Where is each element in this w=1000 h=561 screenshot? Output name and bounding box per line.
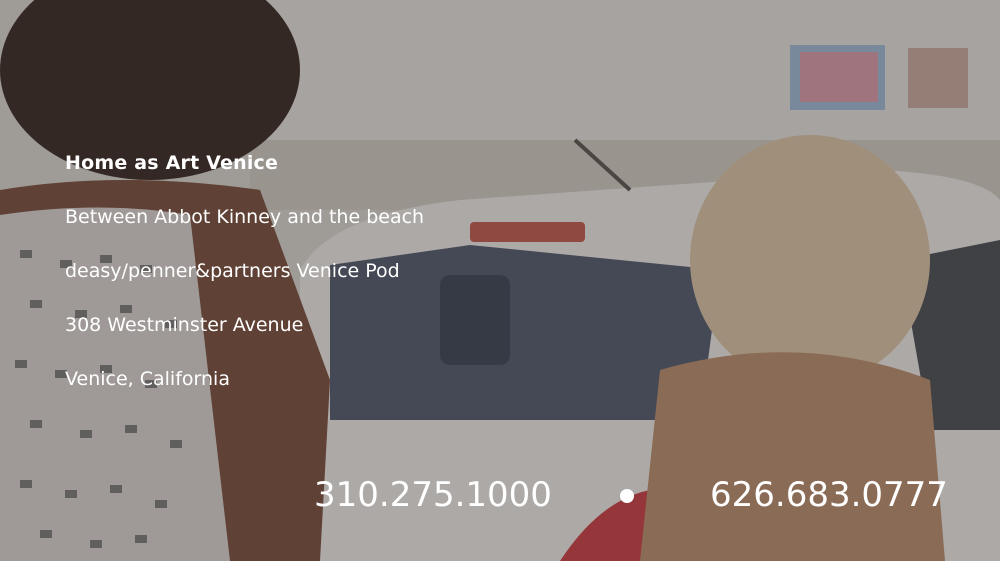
venue-city: Venice, California xyxy=(65,368,230,390)
phone-link-2[interactable]: 626.683.0777 xyxy=(710,472,948,518)
separator-dot xyxy=(620,489,634,503)
venue-street-address: 308 Westminster Avenue xyxy=(65,314,304,336)
venue-title: Home as Art Venice xyxy=(65,152,279,174)
venue-pod-name: deasy/penner&partners Venice Pod xyxy=(65,260,400,282)
phone-link-1[interactable]: 310.275.1000 xyxy=(314,472,552,518)
hero-section: Home as Art Venice Between Abbot Kinney … xyxy=(0,0,1000,561)
venue-description: Between Abbot Kinney and the beach xyxy=(65,206,425,228)
venue-info: Home as Art Venice Between Abbot Kinney … xyxy=(65,148,424,418)
